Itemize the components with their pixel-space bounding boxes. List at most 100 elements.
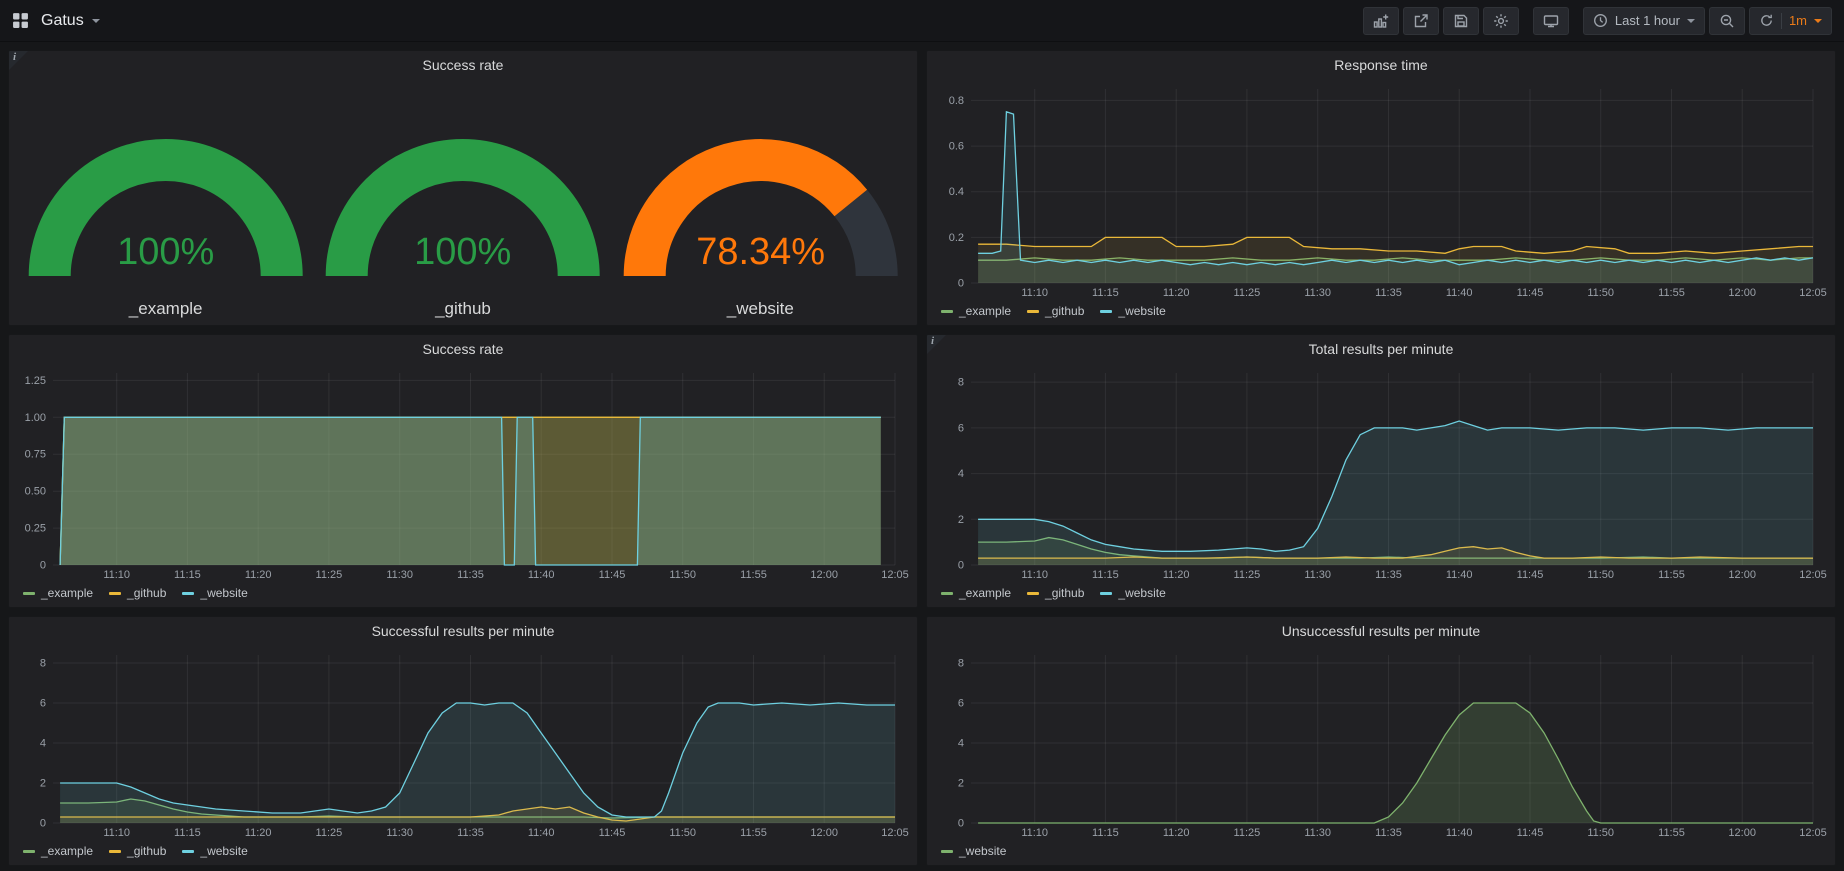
svg-text:1.25: 1.25	[25, 375, 46, 387]
legend-label[interactable]: _website	[200, 844, 247, 858]
legend-label[interactable]: _website	[1118, 586, 1165, 600]
panel-header[interactable]: Total results per minute	[927, 335, 1835, 363]
legend-label[interactable]: _example	[41, 844, 93, 858]
svg-text:12:05: 12:05	[881, 827, 909, 839]
gauge-value: 100%	[414, 231, 511, 273]
series-color-icon	[941, 592, 953, 595]
panel-title[interactable]: Successful results per minute	[372, 623, 555, 639]
time-range-button[interactable]: Last 1 hour	[1583, 7, 1705, 35]
response-time-canvas[interactable]: 11:1011:1511:2011:2511:3011:3511:4011:45…	[935, 79, 1827, 301]
panel-title[interactable]: Response time	[1334, 57, 1427, 73]
panel-title[interactable]: Success rate	[423, 57, 504, 73]
svg-text:11:50: 11:50	[669, 569, 696, 581]
panel-info-icon[interactable]: i	[927, 335, 946, 354]
share-button[interactable]	[1403, 7, 1439, 35]
series-color-icon	[23, 592, 35, 595]
legend-label[interactable]: _website	[200, 586, 247, 600]
legend-item-_example[interactable]: _example	[941, 586, 1011, 600]
tv-mode-button[interactable]	[1533, 7, 1569, 35]
svg-text:8: 8	[958, 658, 964, 670]
chart-legend: _example _github _website	[935, 301, 1827, 321]
svg-text:11:25: 11:25	[316, 569, 343, 581]
response-time-chart[interactable]: 11:1011:1511:2011:2511:3011:3511:4011:45…	[935, 79, 1827, 301]
legend-label[interactable]: _example	[41, 586, 93, 600]
svg-text:11:15: 11:15	[1092, 569, 1119, 581]
chevron-down-icon	[1814, 19, 1822, 23]
legend-label[interactable]: _example	[959, 304, 1011, 318]
apps-grid-icon[interactable]	[12, 12, 29, 29]
legend-item-_example[interactable]: _example	[23, 586, 93, 600]
panel-header[interactable]: Response time	[927, 51, 1835, 79]
panel-header[interactable]: Unsuccessful results per minute	[927, 617, 1835, 645]
chart-legend: _example _github _website	[17, 841, 909, 861]
legend-item-_github[interactable]: _github	[1027, 304, 1084, 318]
panel-info-icon[interactable]: i	[9, 51, 28, 70]
svg-text:11:55: 11:55	[740, 827, 767, 839]
svg-text:11:55: 11:55	[740, 569, 767, 581]
gauge-_example: 100%_example	[17, 80, 314, 321]
chart-legend: _example _github _website	[935, 583, 1827, 603]
total-results-chart[interactable]: 11:1011:1511:2011:2511:3011:3511:4011:45…	[935, 363, 1827, 583]
gauge-label: _github	[435, 299, 491, 319]
add-panel-button[interactable]	[1363, 7, 1399, 35]
legend-label[interactable]: _github	[1045, 304, 1084, 318]
dashboard-grid: i Success rate 100%_example100%_github78…	[0, 42, 1844, 871]
legend-item-_website[interactable]: _website	[941, 844, 1006, 858]
add-panel-icon	[1373, 13, 1389, 29]
gauge-label: _example	[129, 299, 203, 319]
svg-text:11:55: 11:55	[1658, 827, 1685, 839]
chevron-down-icon	[92, 19, 100, 23]
panel-header[interactable]: Successful results per minute	[9, 617, 917, 645]
success-rate-chart[interactable]: 11:1011:1511:2011:2511:3011:3511:4011:45…	[17, 363, 909, 583]
legend-label[interactable]: _website	[1118, 304, 1165, 318]
panel-title[interactable]: Unsuccessful results per minute	[1282, 623, 1480, 639]
legend-item-_github[interactable]: _github	[109, 844, 166, 858]
legend-item-_website[interactable]: _website	[1100, 586, 1165, 600]
chart-legend: _example _github _website	[17, 583, 909, 603]
legend-item-_github[interactable]: _github	[1027, 586, 1084, 600]
settings-button[interactable]	[1483, 7, 1519, 35]
save-button[interactable]	[1443, 7, 1479, 35]
gear-icon	[1493, 13, 1509, 29]
zoom-out-button[interactable]	[1709, 7, 1745, 35]
successful-results-chart[interactable]: 11:1011:1511:2011:2511:3011:3511:4011:45…	[17, 645, 909, 841]
series-paths	[60, 417, 881, 565]
legend-item-_website[interactable]: _website	[182, 844, 247, 858]
svg-text:11:30: 11:30	[1304, 827, 1331, 839]
success-rate-canvas[interactable]: 11:1011:1511:2011:2511:3011:3511:4011:45…	[17, 363, 909, 583]
panel-title[interactable]: Success rate	[423, 341, 504, 357]
chart-legend: _website	[935, 841, 1827, 861]
unsuccessful-results-per-minute-canvas[interactable]: 11:1011:1511:2011:2511:3011:3511:4011:45…	[935, 645, 1827, 841]
successful-results-per-minute-canvas[interactable]: 11:1011:1511:2011:2511:3011:3511:4011:45…	[17, 645, 909, 841]
legend-label[interactable]: _website	[959, 844, 1006, 858]
unsuccessful-results-chart[interactable]: 11:1011:1511:2011:2511:3011:3511:4011:45…	[935, 645, 1827, 841]
tv-mode-icon	[1543, 13, 1559, 29]
legend-item-_github[interactable]: _github	[109, 586, 166, 600]
legend-item-_example[interactable]: _example	[23, 844, 93, 858]
legend-item-_website[interactable]: _website	[182, 586, 247, 600]
refresh-button[interactable]: 1m	[1749, 7, 1832, 35]
series-color-icon	[109, 592, 121, 595]
legend-label[interactable]: _github	[127, 844, 166, 858]
svg-text:12:05: 12:05	[1799, 287, 1827, 299]
svg-text:11:15: 11:15	[174, 827, 201, 839]
legend-item-_website[interactable]: _website	[1100, 304, 1165, 318]
grid-lines	[971, 655, 1813, 823]
dashboard-title-button[interactable]: Gatus	[41, 12, 100, 30]
panel-header[interactable]: Success rate	[9, 335, 917, 363]
svg-text:11:45: 11:45	[1517, 287, 1544, 299]
svg-text:0.8: 0.8	[949, 95, 964, 107]
legend-label[interactable]: _github	[127, 586, 166, 600]
svg-text:12:00: 12:00	[810, 569, 838, 581]
panel-header[interactable]: Success rate	[9, 51, 917, 79]
legend-item-_example[interactable]: _example	[941, 304, 1011, 318]
svg-text:11:50: 11:50	[1587, 827, 1614, 839]
svg-text:6: 6	[958, 698, 964, 710]
total-results-per-minute-canvas[interactable]: 11:1011:1511:2011:2511:3011:3511:4011:45…	[935, 363, 1827, 583]
legend-label[interactable]: _github	[1045, 586, 1084, 600]
svg-text:11:40: 11:40	[528, 569, 555, 581]
panel-title[interactable]: Total results per minute	[1309, 341, 1454, 357]
svg-text:11:45: 11:45	[599, 827, 626, 839]
dashboard-title: Gatus	[41, 12, 84, 30]
legend-label[interactable]: _example	[959, 586, 1011, 600]
